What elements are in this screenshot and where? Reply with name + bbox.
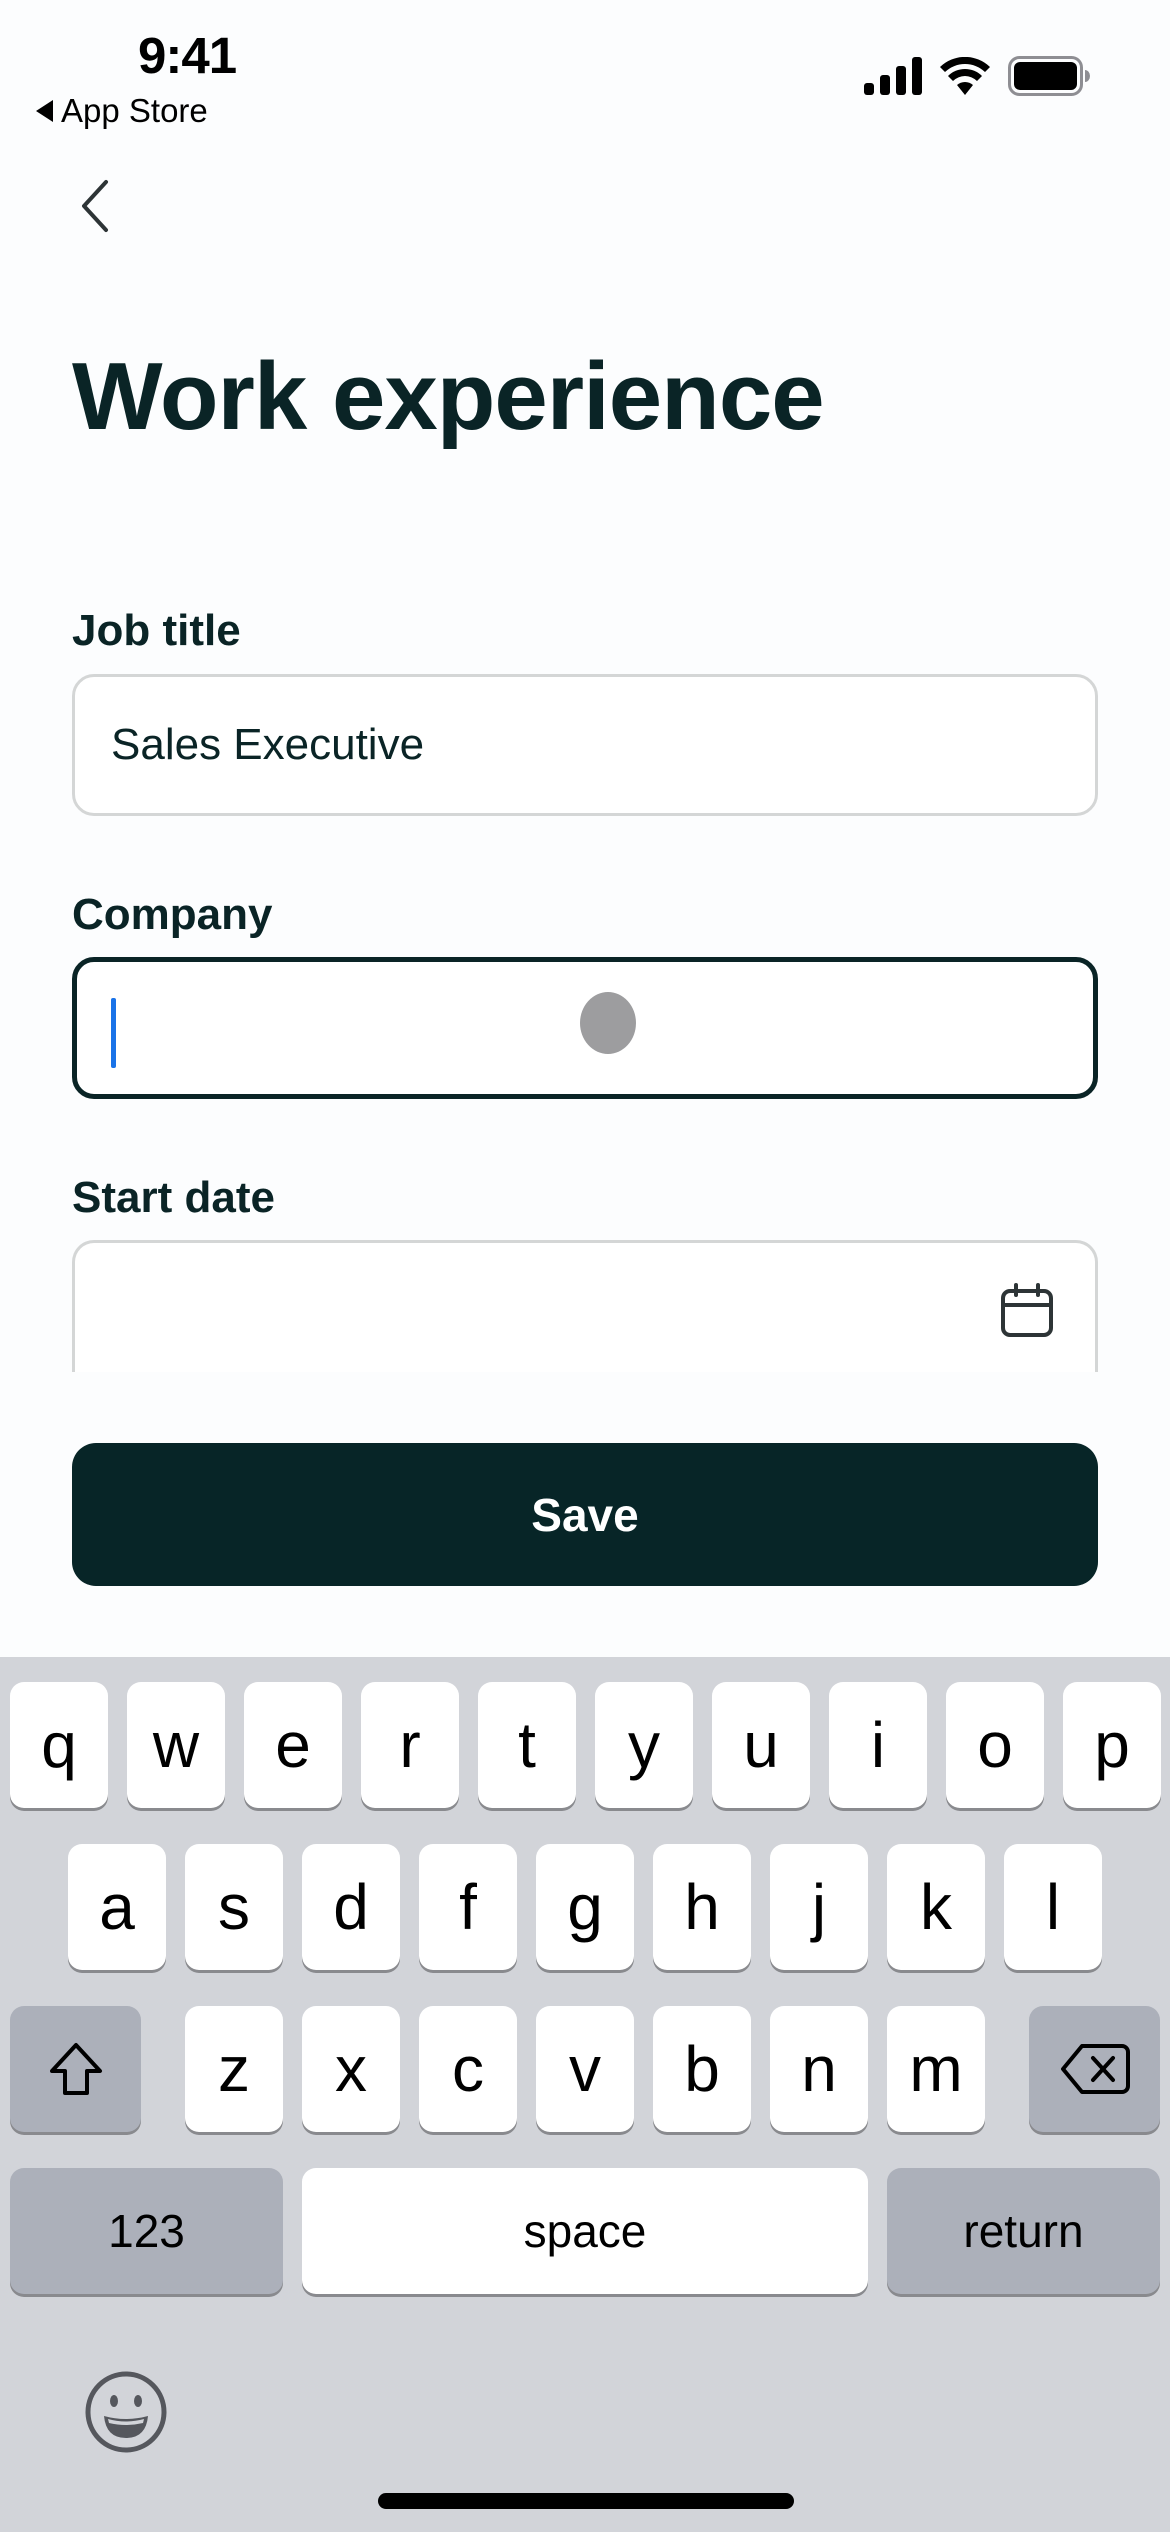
key-f[interactable]: f — [419, 1844, 517, 1970]
keyboard: qwertyuiop asdfghjkl zxcvbnm 123 space r… — [0, 1657, 1170, 2532]
key-c[interactable]: c — [419, 2006, 517, 2132]
start-date-input[interactable] — [72, 1240, 1098, 1372]
back-to-app-store[interactable]: App Store — [36, 92, 208, 130]
numbers-key[interactable]: 123 — [10, 2168, 283, 2294]
status-time: 9:41 — [138, 27, 237, 84]
back-triangle-icon — [36, 100, 53, 122]
delete-key[interactable] — [1029, 2006, 1160, 2132]
company-input[interactable] — [72, 957, 1098, 1099]
company-label: Company — [72, 890, 273, 939]
key-m[interactable]: m — [887, 2006, 985, 2132]
text-caret — [111, 998, 116, 1068]
key-v[interactable]: v — [536, 2006, 634, 2132]
key-d[interactable]: d — [302, 1844, 400, 1970]
key-x[interactable]: x — [302, 2006, 400, 2132]
key-i[interactable]: i — [829, 1682, 927, 1808]
key-q[interactable]: q — [10, 1682, 108, 1808]
key-s[interactable]: s — [185, 1844, 283, 1970]
calendar-icon[interactable] — [999, 1283, 1055, 1339]
key-t[interactable]: t — [478, 1682, 576, 1808]
key-y[interactable]: y — [595, 1682, 693, 1808]
key-u[interactable]: u — [712, 1682, 810, 1808]
back-button[interactable] — [70, 176, 120, 236]
shift-key[interactable] — [10, 2006, 141, 2132]
job-title-label: Job title — [72, 606, 241, 655]
emoji-button[interactable] — [84, 2370, 168, 2454]
job-title-value: Sales Executive — [111, 720, 425, 769]
touch-indicator — [580, 992, 636, 1054]
back-app-label: App Store — [61, 92, 208, 129]
key-n[interactable]: n — [770, 2006, 868, 2132]
key-k[interactable]: k — [887, 1844, 985, 1970]
key-g[interactable]: g — [536, 1844, 634, 1970]
key-r[interactable]: r — [361, 1682, 459, 1808]
key-o[interactable]: o — [946, 1682, 1044, 1808]
status-icons — [864, 56, 1090, 96]
key-a[interactable]: a — [68, 1844, 166, 1970]
return-key[interactable]: return — [887, 2168, 1160, 2294]
emoji-icon — [85, 2371, 167, 2453]
chevron-left-icon — [82, 180, 108, 232]
key-w[interactable]: w — [127, 1682, 225, 1808]
space-key[interactable]: space — [302, 2168, 868, 2294]
key-h[interactable]: h — [653, 1844, 751, 1970]
cellular-signal-icon — [864, 57, 922, 95]
battery-icon — [1008, 56, 1090, 96]
save-button[interactable]: Save — [72, 1443, 1098, 1586]
shift-icon — [49, 2043, 102, 2095]
wifi-icon — [940, 57, 990, 95]
key-z[interactable]: z — [185, 2006, 283, 2132]
key-j[interactable]: j — [770, 1844, 868, 1970]
delete-backspace-icon — [1060, 2044, 1130, 2094]
job-title-input[interactable]: Sales Executive — [72, 674, 1098, 816]
key-e[interactable]: e — [244, 1682, 342, 1808]
key-p[interactable]: p — [1063, 1682, 1161, 1808]
home-indicator — [378, 2493, 794, 2509]
key-b[interactable]: b — [653, 2006, 751, 2132]
key-l[interactable]: l — [1004, 1844, 1102, 1970]
start-date-label: Start date — [72, 1173, 275, 1222]
page-title: Work experience — [72, 343, 825, 450]
